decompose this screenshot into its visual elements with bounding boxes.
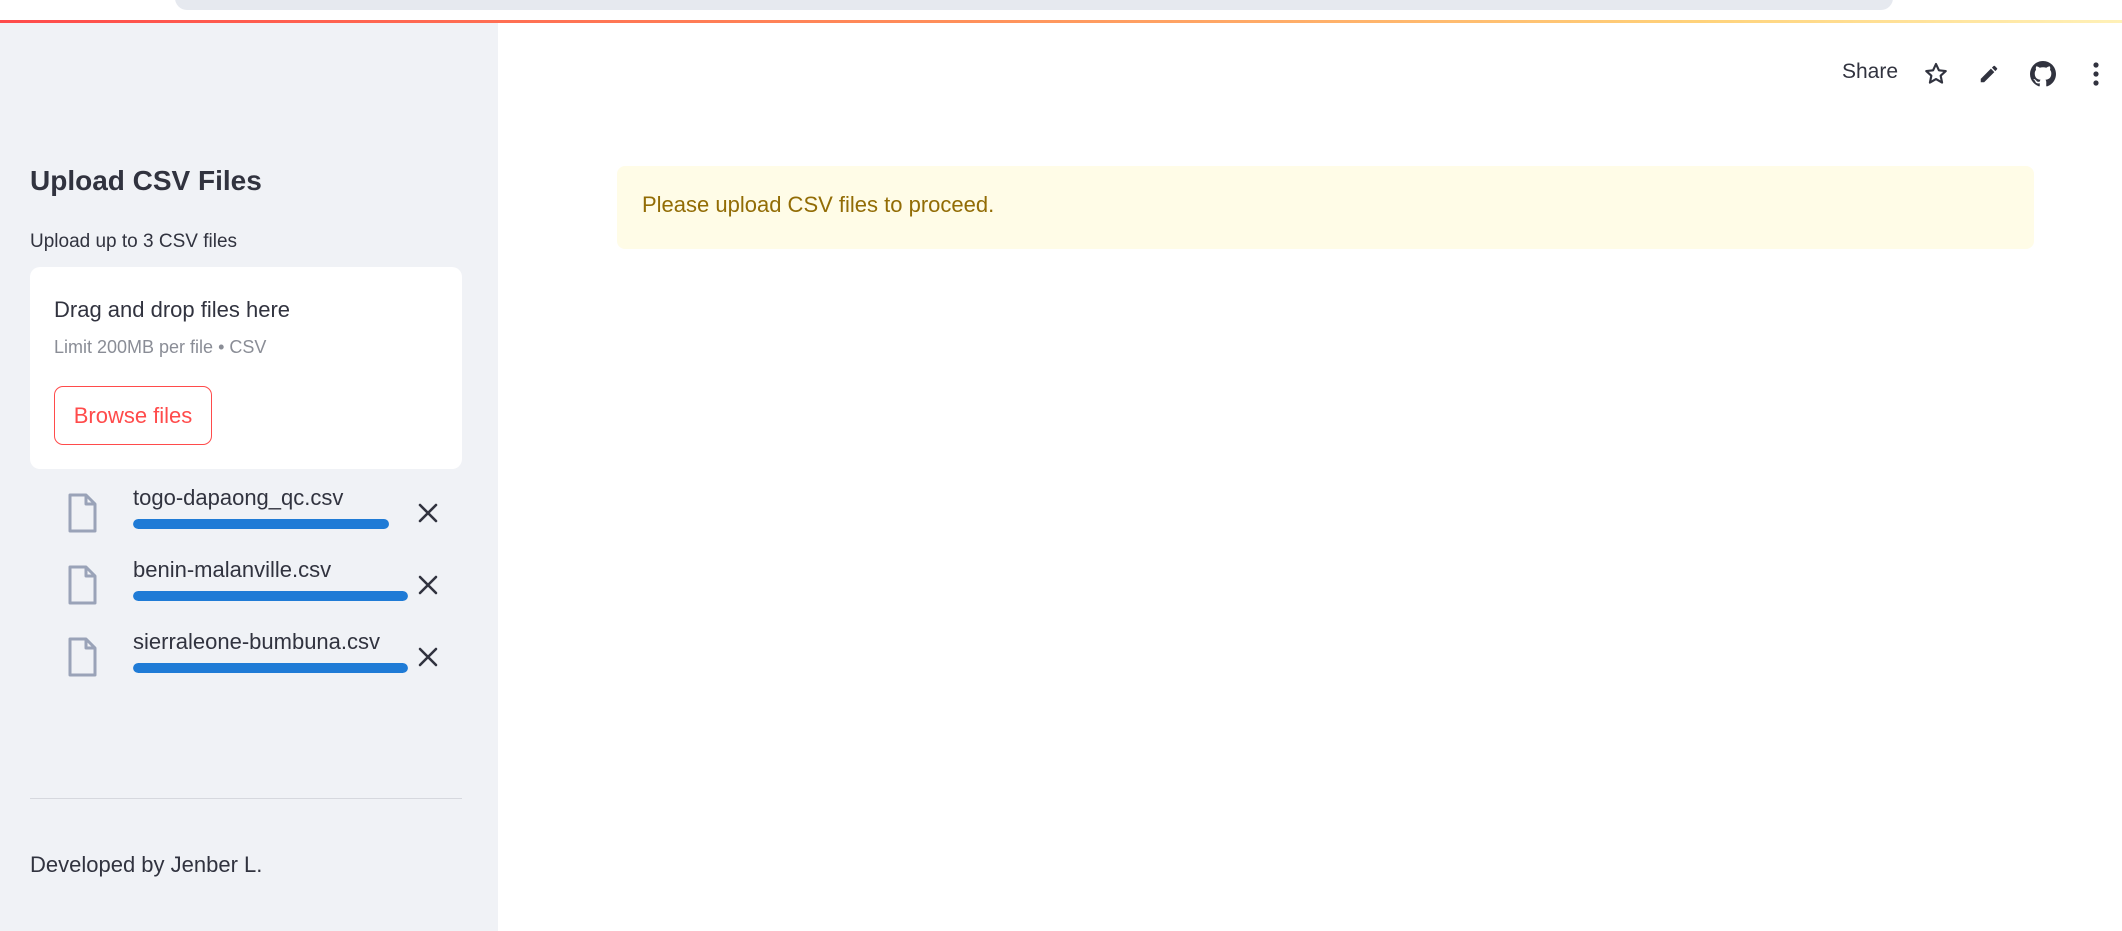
remove-file-button[interactable] — [410, 639, 446, 675]
uploaded-file-row: sierraleone-bumbuna.csv — [30, 629, 462, 689]
sidebar-title: Upload CSV Files — [30, 165, 262, 196]
file-dropzone[interactable]: Drag and drop files here Limit 200MB per… — [30, 267, 462, 469]
close-icon — [418, 503, 438, 523]
file-icon — [68, 637, 97, 677]
edit-button[interactable] — [1973, 58, 2005, 90]
address-bar[interactable] — [175, 0, 1893, 10]
share-button[interactable]: Share — [1842, 60, 1898, 84]
browse-files-button[interactable]: Browse files — [54, 386, 212, 445]
file-name: togo-dapaong_qc.csv — [133, 485, 344, 510]
remove-file-button[interactable] — [410, 495, 446, 531]
pencil-icon — [1980, 65, 1998, 83]
upload-progress-bar — [133, 591, 408, 601]
uploaded-file-row: togo-dapaong_qc.csv — [30, 485, 462, 545]
upload-progress-fill — [133, 591, 408, 601]
more-vertical-icon — [2093, 62, 2099, 86]
file-name: sierraleone-bumbuna.csv — [133, 629, 381, 654]
browser-top-strip — [0, 0, 2122, 24]
close-icon — [418, 647, 438, 667]
uploaded-file-row: benin-malanville.csv — [30, 557, 462, 617]
file-icon — [68, 565, 97, 605]
sidebar-divider — [30, 798, 462, 799]
dropzone-limit-text: Limit 200MB per file • CSV — [54, 337, 267, 357]
github-button[interactable] — [2027, 58, 2059, 90]
file-name: benin-malanville.csv — [133, 557, 332, 582]
github-icon — [2030, 61, 2056, 87]
star-icon — [1925, 62, 1947, 84]
sidebar: Upload CSV Files Upload up to 3 CSV file… — [0, 23, 498, 931]
upload-progress-bar — [133, 519, 408, 529]
main-menu-button[interactable] — [2080, 58, 2112, 90]
file-icon — [68, 493, 97, 533]
star-button[interactable] — [1920, 58, 1952, 90]
upload-progress-fill — [133, 519, 389, 529]
dropzone-title: Drag and drop files here — [54, 297, 291, 322]
upload-progress-fill — [133, 663, 408, 673]
remove-file-button[interactable] — [410, 567, 446, 603]
alert-message: Please upload CSV files to proceed. — [642, 192, 995, 217]
sidebar-footer: Developed by Jenber L. — [30, 852, 263, 877]
uploader-label: Upload up to 3 CSV files — [30, 231, 238, 252]
warning-alert: Please upload CSV files to proceed. — [617, 166, 2034, 249]
upload-progress-bar — [133, 663, 408, 673]
close-icon — [418, 575, 438, 595]
